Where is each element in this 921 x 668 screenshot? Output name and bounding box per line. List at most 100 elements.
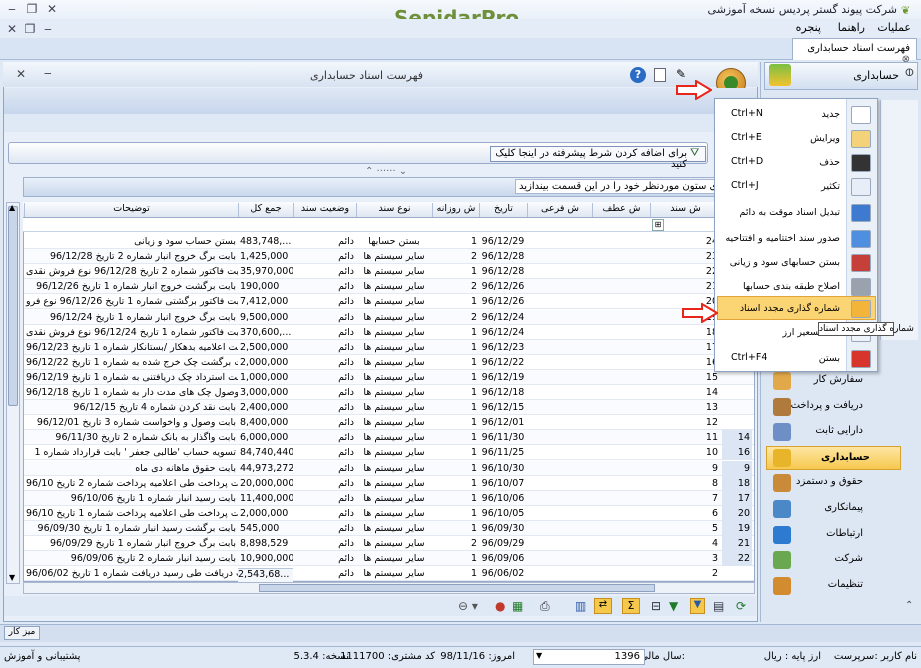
popup-menu-item[interactable]: صدور سند اختتامیه و افتتاحیه <box>716 228 844 250</box>
ribbon-top <box>4 88 757 114</box>
page-icon[interactable] <box>654 68 666 82</box>
filter-icon[interactable]: ▼ <box>669 599 678 613</box>
autofilter-icon[interactable]: ▼ <box>690 598 705 614</box>
grid-navigation-bar <box>4 596 756 616</box>
cell-description: تسویه حساب 'طالبی جعفر ' بابت قرارداد شم… <box>34 447 236 459</box>
vertical-scroll-thumb[interactable] <box>8 206 18 406</box>
document-tabs <box>0 38 921 60</box>
cell-status: دائم <box>338 492 354 504</box>
col-reference-number[interactable]: ش عطف <box>592 203 650 217</box>
cell-total: 8,898,529 <box>240 538 289 549</box>
help-icon[interactable]: ? <box>630 67 646 83</box>
col-total[interactable]: جمع کل <box>238 203 293 217</box>
popup-menu-item[interactable]: تبدیل اسناد موقت به دائم <box>716 202 844 224</box>
cell-doc-number: 5 <box>711 522 718 534</box>
popup-menu-item[interactable]: اصلاح طبقه بندی حسابها <box>716 276 844 298</box>
fiscal-year-select[interactable]: 1396 <box>533 649 645 665</box>
horizontal-scroll-thumb[interactable] <box>259 584 655 592</box>
cell-doc-number: 11 <box>705 432 718 444</box>
popup-menu-item[interactable]: شماره گذاری مجدد اسناد <box>716 298 844 320</box>
cell-reference <box>592 279 650 294</box>
filter-row-toggle-icon[interactable]: ⊞ <box>652 219 664 231</box>
cell-date: 96/09/30 <box>481 522 525 534</box>
cell-doc-type: سایر سیستم ها <box>363 251 425 263</box>
group-box-icon[interactable]: ⊟ <box>651 599 661 613</box>
column-chooser-icon[interactable]: ▥ <box>575 599 586 613</box>
mdi-minimize-button[interactable]: ‒ <box>40 22 56 36</box>
popup-shortcut: Ctrl+D <box>731 156 764 167</box>
cell-description: بابت فاکتور شماره 2 تاریخ 96/12/28 نوع ف… <box>26 266 238 278</box>
sum-icon[interactable]: Σ <box>622 598 640 614</box>
cell-status: دائم <box>338 417 354 429</box>
scroll-up-icon[interactable]: ▲ <box>9 203 15 212</box>
col-description[interactable]: توضیحات <box>24 203 238 217</box>
taskbar-strip <box>0 624 921 642</box>
sidebar-pin-icon[interactable]: ⵀ <box>905 68 914 79</box>
sidebar-expand-icon[interactable]: ⌃ <box>905 600 913 611</box>
col-date[interactable]: تاریخ <box>479 203 527 217</box>
popup-shortcut: Ctrl+F4 <box>731 352 768 363</box>
cell-date: 96/12/28 <box>481 251 525 263</box>
cell-daily-number: 1 <box>470 492 477 504</box>
status-user: نام کاربر :سرپرست <box>834 651 917 662</box>
support-link[interactable]: پشتیبانی و آموزش <box>4 651 80 662</box>
cell-doc-type: سایر سیستم ها <box>363 432 425 444</box>
minimize-button[interactable]: ‒ <box>4 2 20 16</box>
cell-doc-type: سایر سیستم ها <box>363 356 425 368</box>
print-icon[interactable]: ⎙ <box>540 599 550 614</box>
excel-export-icon[interactable]: ▦ <box>512 599 523 613</box>
swap-icon[interactable]: ⇄ <box>594 598 612 614</box>
cell-status: دائم <box>338 553 354 565</box>
cell-reference <box>592 491 650 506</box>
cell-doc-number: 10 <box>705 447 718 459</box>
nav-pin-icon[interactable]: ● <box>495 599 505 613</box>
cell-daily-number: 1 <box>470 402 477 414</box>
cell-doc-type: سایر سیستم ها <box>363 266 425 278</box>
menu-operations[interactable]: عملیات <box>877 21 911 34</box>
cell-reference <box>592 310 650 325</box>
cell-reference <box>592 370 650 385</box>
nav-first-icon[interactable]: ⊖ ▾ <box>458 599 478 613</box>
cell-doc-number: 17 <box>705 341 718 353</box>
col-doc-number[interactable]: ش سند <box>650 203 720 217</box>
cell-status: دائم <box>338 326 354 338</box>
cell-daily-number: 1 <box>470 387 477 398</box>
mdi-close-button[interactable]: ✕ <box>4 22 20 36</box>
tab-accounting-docs[interactable]: فهرست اسناد حسابداری ⊗ <box>792 38 917 65</box>
grid-sum-total: 2,543,68... <box>238 568 293 582</box>
cell-description: بابت برگ خروج انبار شماره 1 تاریخ 96/12/… <box>49 311 236 323</box>
menu-help[interactable]: راهنما <box>838 21 865 34</box>
menu-window[interactable]: پنجره <box>796 21 821 34</box>
cell-description: بابت دریافت طی رسید دریافت شماره 1 تاریخ… <box>26 568 238 580</box>
status-today: امروز: 98/11/16 <box>440 651 515 662</box>
close-window-button[interactable]: ✕ <box>44 2 60 16</box>
cell-total: 1,425,000 <box>240 251 289 263</box>
sidebar-module-icon <box>773 576 791 595</box>
sidebar-module-icon <box>773 397 791 416</box>
cell-reference <box>592 400 650 415</box>
popup-menu-item[interactable]: بستن حسابهای سود و زیانی <box>716 252 844 274</box>
cell-total: 11,400,000 <box>240 492 293 504</box>
cell-daily-number: 1 <box>470 447 477 459</box>
cell-daily-number: 1 <box>470 356 477 368</box>
sidebar-title: حسابداری <box>853 69 899 82</box>
inner-restore-icon[interactable]: ‒ <box>44 66 52 80</box>
grid-filter-row[interactable] <box>23 218 755 232</box>
scroll-down-icon[interactable]: ▼ <box>9 573 15 582</box>
cell-description: بابت پرداخت طی اعلامیه پرداخت شماره 2 تا… <box>26 477 238 489</box>
col-doc-type[interactable]: نوع سند <box>356 203 432 217</box>
col-daily-number[interactable]: ش روزانه <box>432 203 479 217</box>
cell-reference <box>592 506 650 521</box>
advanced-filter-button[interactable]: برای اضافه کردن شرط پیشرفته در اینجا کلی… <box>490 146 706 170</box>
col-doc-status[interactable]: وضعیت سند <box>293 203 356 217</box>
grid-settings-icon[interactable]: ▤ <box>713 599 724 613</box>
sidebar-module-icon <box>773 448 791 467</box>
cell-total: 2,500,000 <box>240 341 289 353</box>
desk-button[interactable]: میز کار <box>4 626 40 640</box>
inner-close-icon[interactable]: ✕ <box>16 67 26 81</box>
splitter-handle[interactable]: ⌃ ······ ⌄ <box>365 166 407 177</box>
mdi-restore-button[interactable]: ❐ <box>22 22 38 36</box>
refresh-icon[interactable]: ⟳ <box>736 599 746 613</box>
col-sub-number[interactable]: ش فرعی <box>527 203 592 217</box>
maximize-button[interactable]: ❐ <box>24 2 40 16</box>
